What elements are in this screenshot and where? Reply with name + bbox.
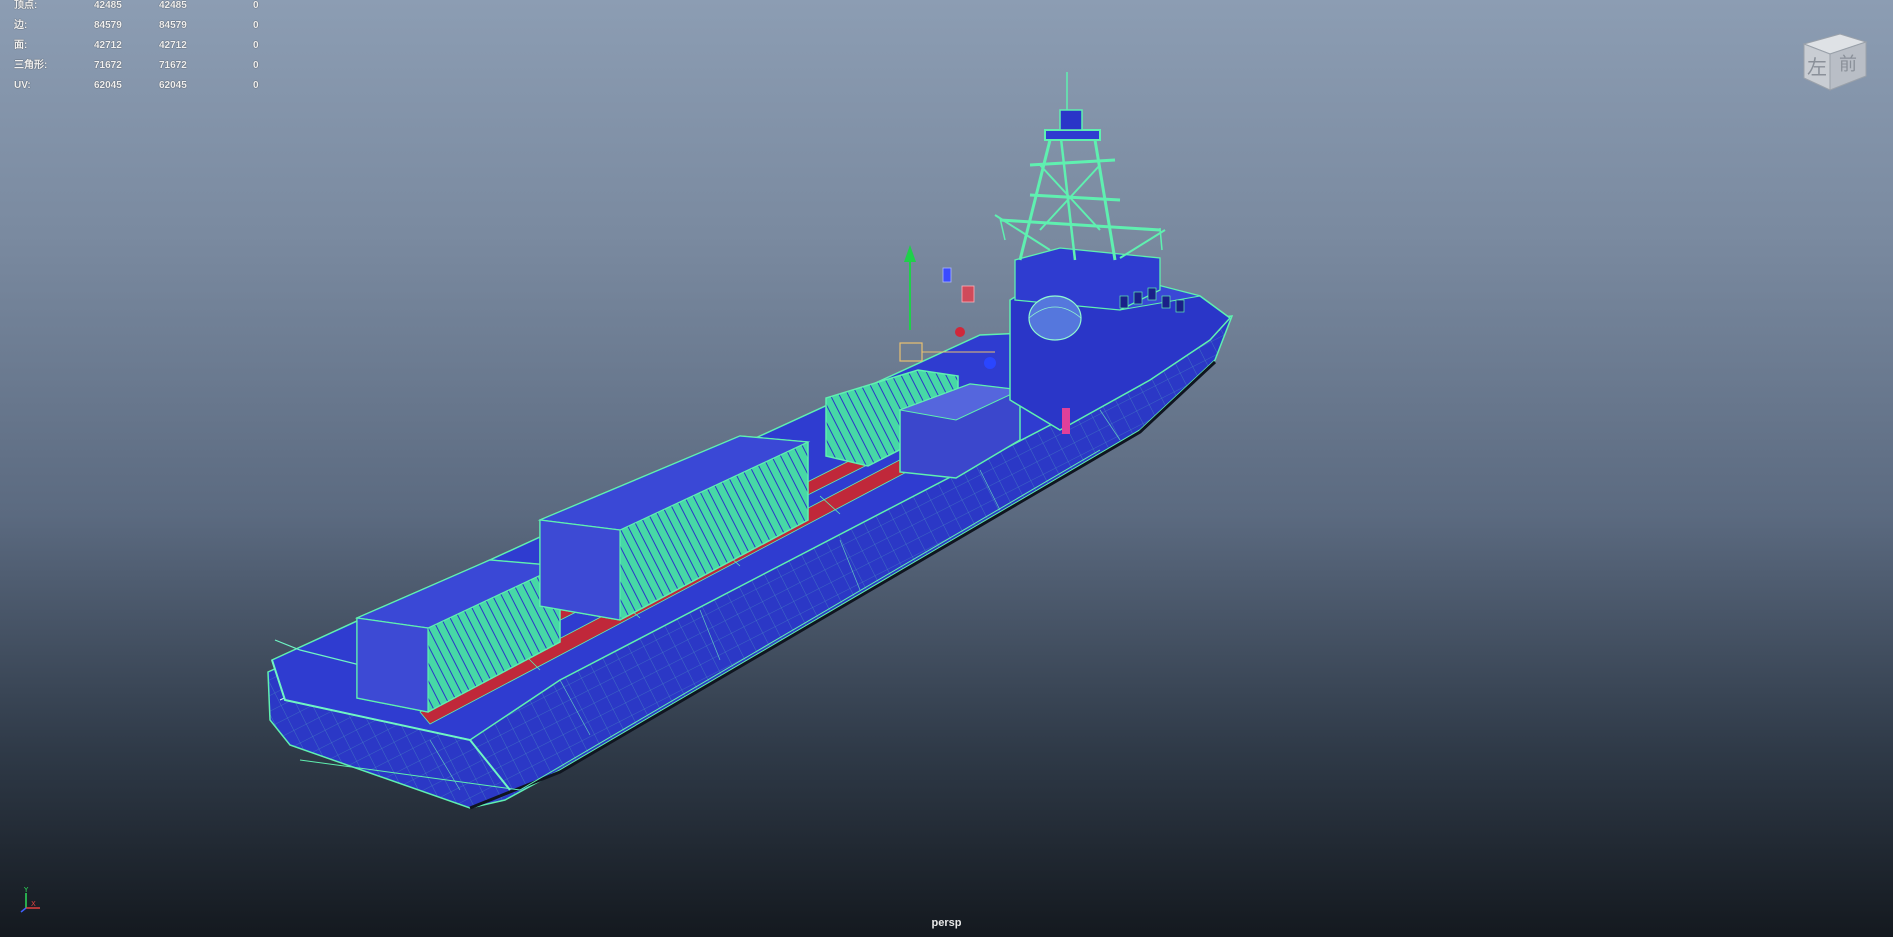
view-cube-left-face[interactable]: 左	[1807, 55, 1827, 79]
axis-x-label: X	[31, 900, 36, 908]
ship-model-wireframe[interactable]	[0, 0, 1893, 937]
axis-y-label: Y	[23, 886, 29, 894]
axis-indicator: Y X	[20, 886, 40, 913]
view-cube[interactable]: 左 前	[1800, 28, 1870, 94]
ship-mast	[994, 72, 1166, 261]
camera-name-label: persp	[931, 917, 962, 929]
view-cube-front-face[interactable]: 前	[1839, 54, 1857, 75]
3d-viewport[interactable]: 顶点: 42485 42485 0 边: 84579 84579 0 面: 42…	[0, 0, 1893, 937]
